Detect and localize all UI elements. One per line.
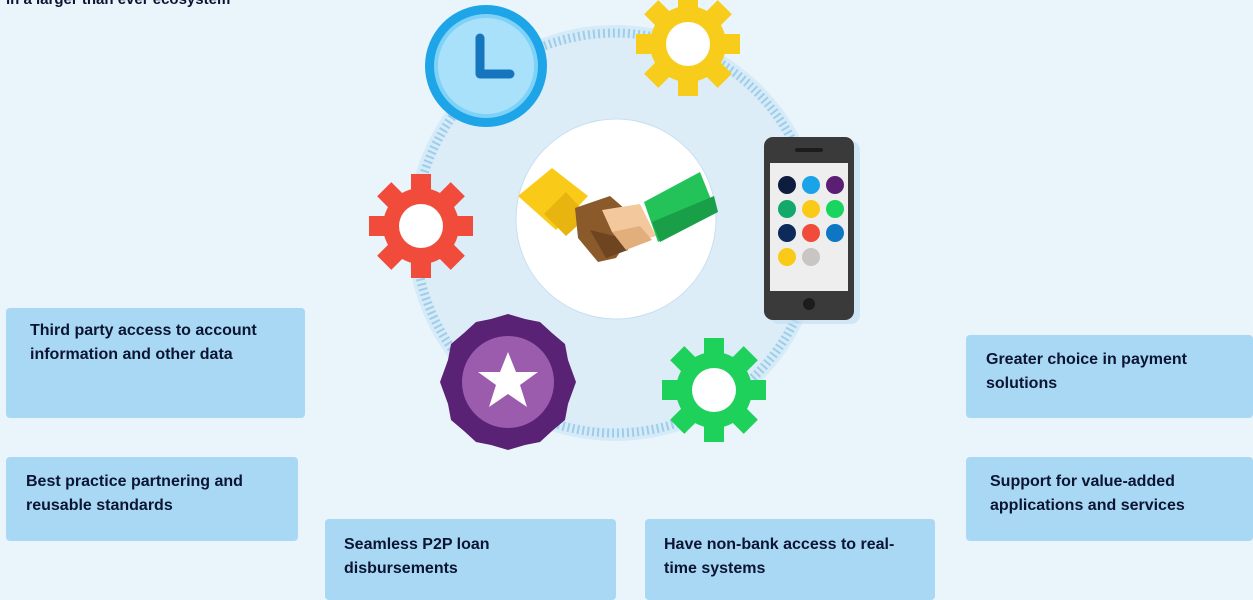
app-dot xyxy=(802,248,820,266)
app-dot xyxy=(826,224,844,242)
card-label: Best practice partnering and reusable st… xyxy=(26,473,243,514)
gear-icon xyxy=(369,174,473,278)
smartphone-icon xyxy=(764,137,860,324)
card-p2p-disbursements: Seamless P2P loan disbursements xyxy=(325,519,616,600)
card-label: Have non-bank access to real-time system… xyxy=(664,536,895,577)
app-dot xyxy=(802,200,820,218)
card-third-party-access: Third party access to account informatio… xyxy=(6,308,305,418)
gear-icon xyxy=(662,338,766,442)
card-label: Third party access to account informatio… xyxy=(30,322,257,363)
card-label: Support for value-added applications and… xyxy=(990,473,1185,514)
app-dot xyxy=(826,200,844,218)
app-dot xyxy=(778,248,796,266)
card-label: Greater choice in payment solutions xyxy=(986,351,1187,392)
clock-icon xyxy=(425,5,547,127)
app-dot xyxy=(826,176,844,194)
card-non-bank-access: Have non-bank access to real-time system… xyxy=(645,519,935,600)
card-best-practice: Best practice partnering and reusable st… xyxy=(6,457,298,541)
app-dot xyxy=(802,176,820,194)
card-greater-choice: Greater choice in payment solutions xyxy=(966,335,1253,418)
app-dot xyxy=(778,200,796,218)
card-value-added: Support for value-added applications and… xyxy=(966,457,1253,541)
app-dot xyxy=(778,176,796,194)
app-dot xyxy=(802,224,820,242)
card-label: Seamless P2P loan disbursements xyxy=(344,536,490,577)
handshake-icon xyxy=(515,118,718,320)
app-dot xyxy=(778,224,796,242)
